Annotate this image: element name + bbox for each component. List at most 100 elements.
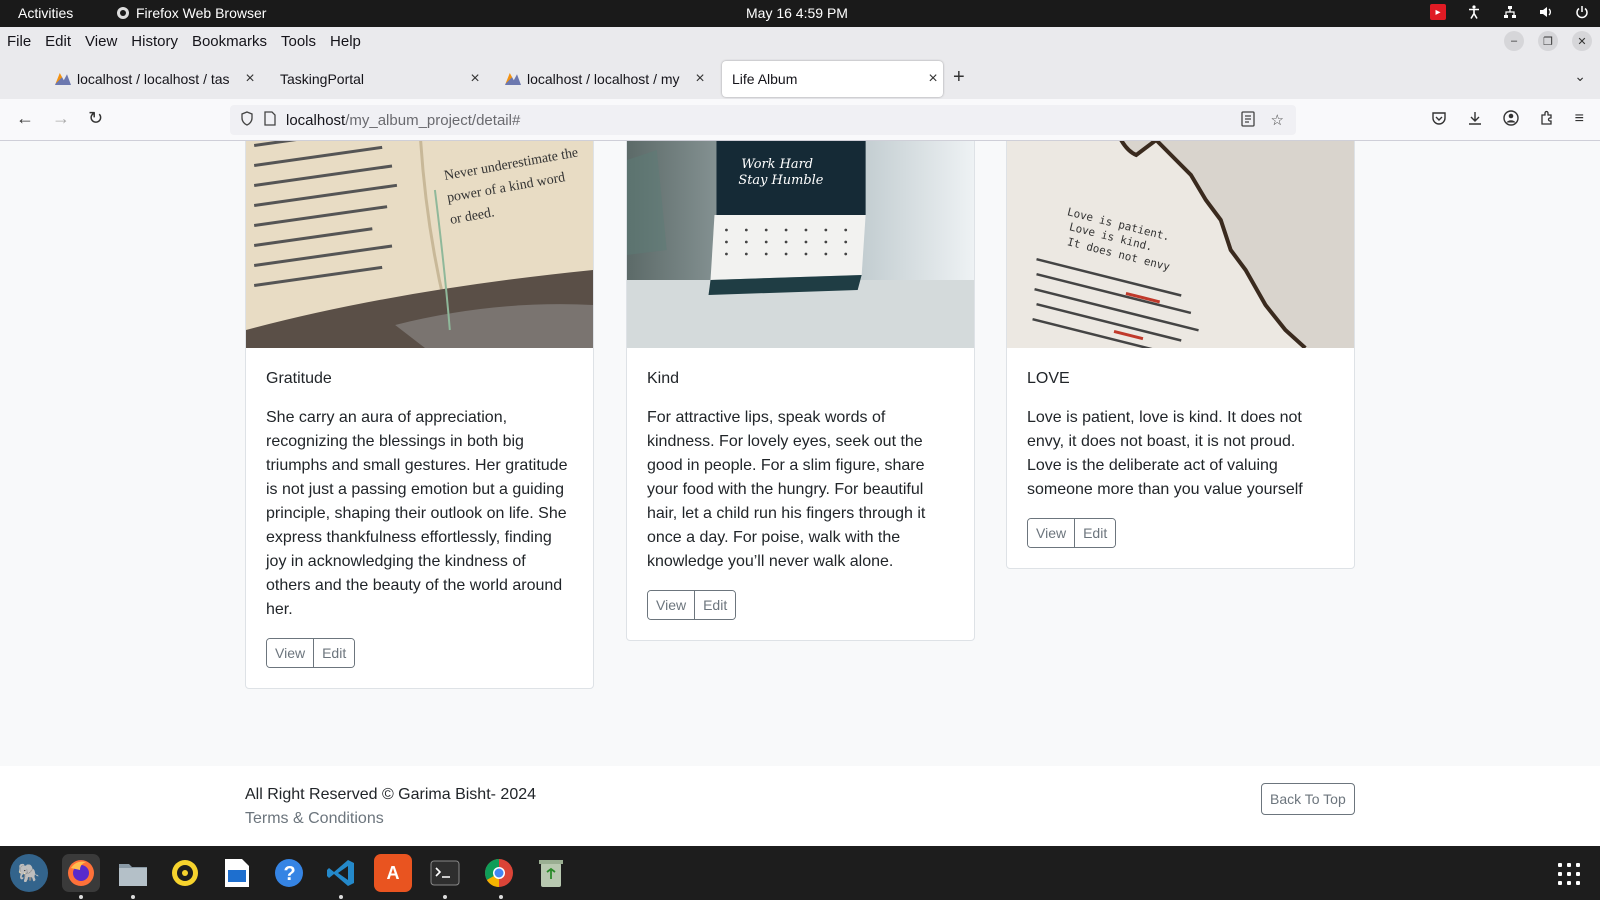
album-card-love: Love is patient. Love is kind. It does n…	[1006, 141, 1355, 569]
download-icon[interactable]	[1467, 110, 1483, 131]
reload-icon[interactable]: ↻	[88, 108, 103, 129]
svg-text:?: ?	[284, 863, 296, 885]
edit-button[interactable]: Edit	[313, 639, 355, 667]
tab-label: localhost / localhost / tas	[77, 71, 230, 87]
running-indicator	[443, 895, 447, 899]
app-center-icon[interactable]: A	[374, 854, 412, 892]
firefox-small-icon	[117, 7, 129, 19]
accessibility-icon[interactable]	[1466, 4, 1482, 20]
card-body: Kind For attractive lips, speak words of…	[627, 348, 974, 640]
hamburger-menu-icon[interactable]: ≡	[1575, 110, 1584, 131]
back-icon[interactable]: ←	[16, 108, 34, 129]
firefox-icon[interactable]	[62, 854, 100, 892]
card-actions: View Edit	[647, 590, 737, 620]
system-tray[interactable]: ▸	[1430, 4, 1590, 20]
bookmark-star-icon[interactable]: ☆	[1271, 111, 1284, 131]
card-title: LOVE	[1027, 370, 1070, 387]
card-body: LOVE Love is patient, love is kind. It d…	[1007, 348, 1354, 568]
phpmyadmin-favicon-icon	[505, 73, 521, 85]
page-content: Never underestimate the power of a kind …	[0, 141, 1600, 841]
card-text: For attractive lips, speak words of kind…	[647, 409, 926, 570]
album-card-gratitude: Never underestimate the power of a kind …	[245, 141, 594, 689]
page-footer: All Right Reserved © Garima Bisht- 2024 …	[0, 766, 1600, 846]
back-to-top-button[interactable]: Back To Top	[1261, 783, 1355, 815]
tab-bar: localhost / localhost / tas × TaskingPor…	[0, 55, 1600, 139]
tab-localhost-my[interactable]: localhost / localhost / my ×	[495, 61, 710, 97]
menu-edit[interactable]: Edit	[45, 33, 71, 50]
system-top-bar: Activities Firefox Web Browser May 16 4:…	[0, 0, 1600, 27]
url-bar[interactable]: localhost/my_album_project/detail# ☆	[230, 105, 1296, 135]
view-button[interactable]: View	[1028, 519, 1075, 547]
menu-bar: File Edit View History Bookmarks Tools H…	[0, 27, 1600, 55]
tab-taskingportal[interactable]: TaskingPortal ×	[270, 61, 485, 97]
reader-view-icon[interactable]	[1240, 111, 1255, 131]
postgres-elephant-icon[interactable]: 🐘	[10, 854, 48, 892]
edit-button[interactable]: Edit	[1074, 519, 1116, 547]
writer-icon[interactable]	[218, 854, 256, 892]
card-body: Gratitude She carry an aura of appreciat…	[246, 348, 593, 688]
terminal-icon[interactable]	[426, 854, 464, 892]
card-actions: View Edit	[266, 638, 356, 668]
help-icon[interactable]: ?	[270, 854, 308, 892]
card-image-burnt-paper[interactable]: Love is patient. Love is kind. It does n…	[1007, 141, 1354, 348]
pocket-icon[interactable]	[1431, 110, 1447, 131]
page-icon[interactable]	[264, 111, 276, 129]
view-button[interactable]: View	[648, 591, 695, 619]
menu-file[interactable]: File	[7, 33, 31, 50]
chevron-down-icon[interactable]: ⌄	[1574, 68, 1586, 85]
vscode-icon[interactable]	[322, 854, 360, 892]
image-text: Work Hard	[741, 157, 813, 172]
files-icon[interactable]	[114, 854, 152, 892]
url-actions: ☆	[1240, 111, 1284, 131]
tab-label: localhost / localhost / my	[527, 71, 680, 87]
minimize-icon[interactable]: –	[1504, 31, 1524, 51]
card-image-book[interactable]: Never underestimate the power of a kind …	[246, 141, 593, 348]
edit-button[interactable]: Edit	[694, 591, 736, 619]
close-icon[interactable]: ×	[465, 70, 485, 88]
show-apps-grid-icon[interactable]	[1558, 863, 1580, 885]
window-controls: – ❐ ✕	[1504, 31, 1592, 51]
url-host: localhost	[286, 111, 346, 129]
toolbar-extensions: ≡	[1431, 110, 1584, 131]
close-icon[interactable]: ×	[923, 70, 943, 88]
trash-icon[interactable]	[532, 854, 570, 892]
forward-icon[interactable]: →	[52, 108, 70, 129]
menu-help[interactable]: Help	[330, 33, 361, 50]
app-menu[interactable]: Firefox Web Browser	[116, 5, 266, 21]
close-window-icon[interactable]: ✕	[1572, 31, 1592, 51]
extensions-icon[interactable]	[1539, 110, 1555, 131]
account-icon[interactable]	[1502, 110, 1519, 131]
new-tab-icon[interactable]: +	[953, 66, 965, 89]
app-name-label: Firefox Web Browser	[136, 5, 267, 21]
close-icon[interactable]: ×	[240, 70, 260, 88]
network-icon[interactable]	[1502, 4, 1518, 20]
activities-button[interactable]: Activities	[18, 5, 73, 21]
menu-tools[interactable]: Tools	[281, 33, 316, 50]
navigation-bar: ← → ↻ localhost/my_album_project/detail#…	[0, 99, 1600, 141]
chrome-icon[interactable]	[480, 854, 518, 892]
view-button[interactable]: View	[267, 639, 314, 667]
running-indicator	[131, 895, 135, 899]
card-text: Love is patient, love is kind. It does n…	[1027, 409, 1303, 498]
image-text: Stay Humble	[738, 173, 823, 188]
menu-view[interactable]: View	[85, 33, 117, 50]
shield-icon[interactable]	[240, 111, 254, 129]
dock: 🐘 ? A	[0, 846, 1600, 900]
tab-localhost-tasks[interactable]: localhost / localhost / tas ×	[45, 61, 260, 97]
volume-icon[interactable]	[1538, 4, 1554, 20]
clock[interactable]: May 16 4:59 PM	[746, 5, 848, 21]
screen-share-icon[interactable]: ▸	[1430, 4, 1446, 20]
rhythmbox-icon[interactable]	[166, 854, 204, 892]
power-icon[interactable]	[1574, 4, 1590, 20]
maximize-icon[interactable]: ❐	[1538, 31, 1558, 51]
url-path: /my_album_project/detail#	[345, 111, 521, 129]
card-image-calendar[interactable]: Work Hard Stay Humble	[627, 141, 974, 348]
menu-history[interactable]: History	[131, 33, 178, 50]
tab-label: TaskingPortal	[280, 71, 365, 87]
tab-life-album[interactable]: Life Album ×	[722, 61, 943, 97]
running-indicator	[499, 895, 503, 899]
menu-bookmarks[interactable]: Bookmarks	[192, 33, 267, 50]
terms-link[interactable]: Terms & Conditions	[245, 810, 384, 828]
close-icon[interactable]: ×	[690, 70, 710, 88]
running-indicator	[79, 895, 83, 899]
